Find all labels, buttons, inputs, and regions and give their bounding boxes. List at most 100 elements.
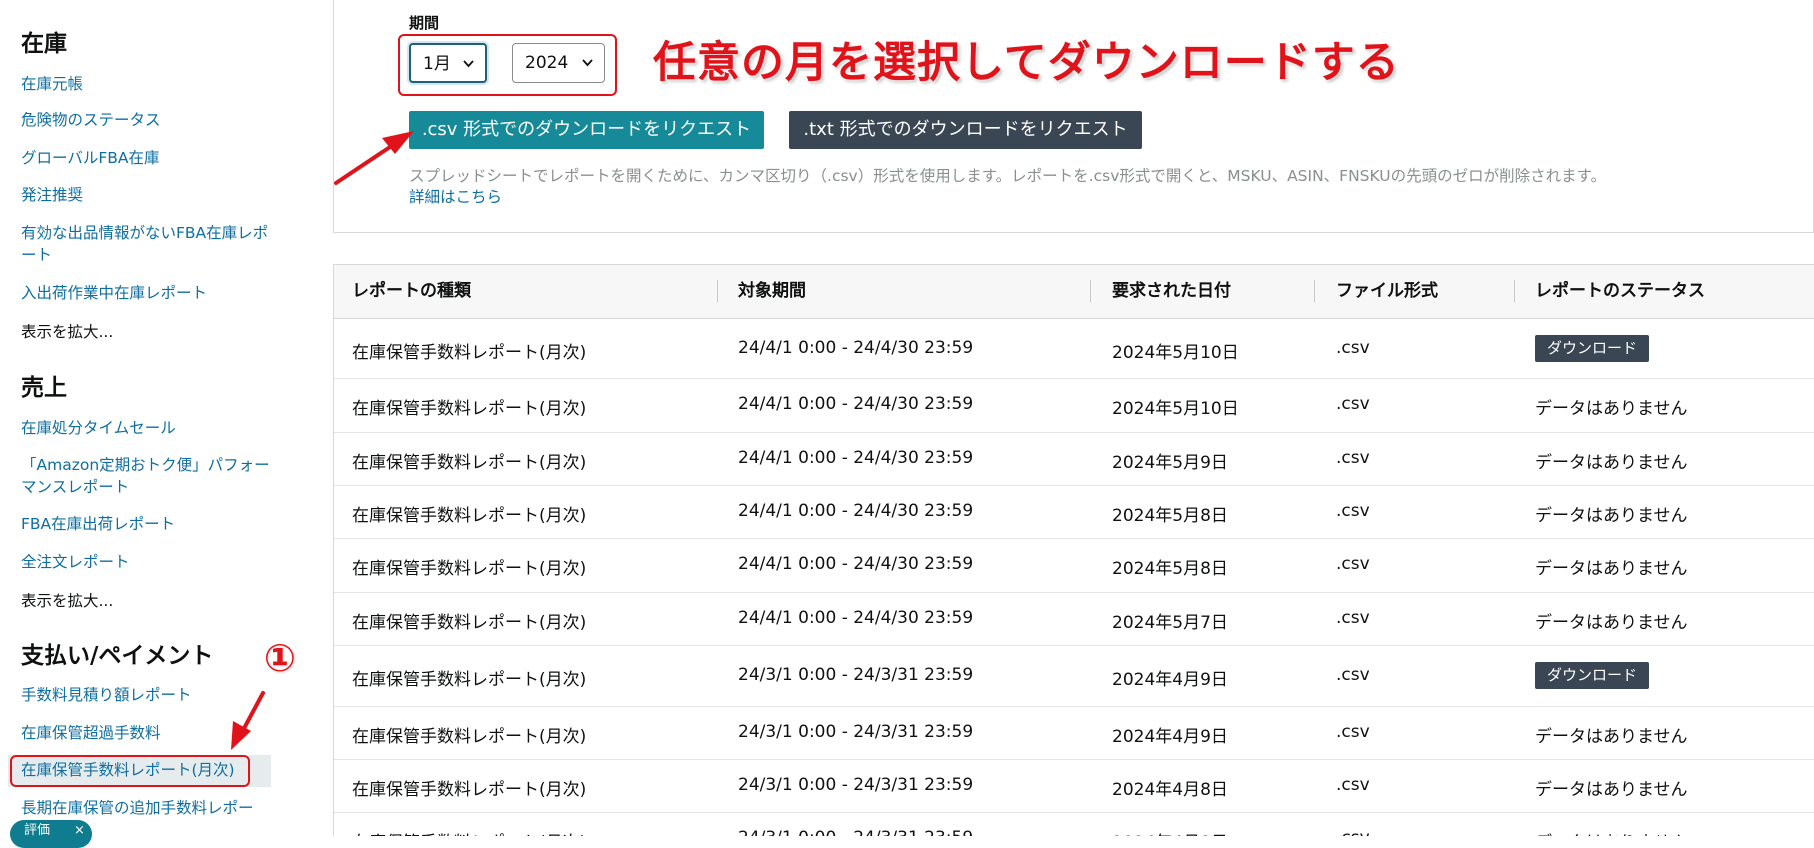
requested-date-cell: 2024年5月8日: [1112, 559, 1228, 579]
file-format-cell: .csv: [1336, 774, 1370, 795]
status-cell: データはありません: [1535, 828, 1688, 837]
file-format-cell: .csv: [1336, 554, 1370, 574]
requested-date-cell: 2024年5月9日: [1112, 452, 1228, 473]
year-select-value: 2024: [525, 53, 569, 73]
nav-expand-sales[interactable]: 表示を拡大...: [21, 589, 113, 611]
file-format-cell: .csv: [1336, 447, 1370, 468]
period-label: 期間: [409, 14, 440, 32]
nav-link-outlet-deals[interactable]: 在庫処分タイムセール: [21, 417, 271, 439]
report-type-cell: 在庫保管手数料レポート(月次): [352, 779, 587, 800]
annotation-text: 任意の月を選択してダウンロードする: [653, 38, 1400, 88]
table-row: 在庫保管手数料レポート(月次) 24/3/1 0:00 - 24/3/31 23:…: [334, 645, 1814, 707]
section-title-inventory: 在庫: [21, 31, 67, 57]
report-type-cell: 在庫保管手数料レポート(月次): [352, 342, 587, 363]
status-cell: データはありません: [1535, 726, 1688, 747]
nav-link-inventory-ledger[interactable]: 在庫元帳: [21, 73, 271, 95]
column-divider: [1090, 280, 1091, 302]
table-header: レポートの種類 対象期間 要求された日付 ファイル形式 レポートのステータス: [334, 265, 1814, 319]
period-cell: 24/4/1 0:00 - 24/4/30 23:59: [738, 554, 974, 574]
nav-link-long-term-storage-fee[interactable]: 長期在庫保管の追加手数料レポー: [21, 797, 271, 819]
file-format-cell: .csv: [1336, 721, 1370, 742]
month-select-value: 1月: [423, 54, 451, 74]
file-format-cell: .csv: [1336, 828, 1370, 837]
table-row: 在庫保管手数料レポート(月次) 24/4/1 0:00 - 24/4/30 23:…: [334, 485, 1814, 539]
requested-date-cell: 2024年5月7日: [1112, 612, 1228, 633]
table-row: 在庫保管手数料レポート(月次) 24/4/1 0:00 - 24/4/30 23:…: [334, 319, 1814, 379]
file-format-cell: .csv: [1336, 664, 1370, 685]
column-header-period: 対象期間: [738, 281, 806, 301]
csv-help-text: スプレッドシートでレポートを開くために、カンマ区切り（.csv）形式を使用します…: [409, 167, 1607, 185]
nav-link-all-orders-report[interactable]: 全注文レポート: [21, 551, 271, 573]
nav-link-stranded-inventory[interactable]: 有効な出品情報がないFBA在庫レポート: [21, 222, 271, 266]
nav-link-storage-overage-fee[interactable]: 在庫保管超過手数料: [21, 722, 271, 744]
reports-table: レポートの種類 対象期間 要求された日付 ファイル形式 レポートのステータス 在…: [333, 264, 1814, 836]
year-select[interactable]: 2024: [512, 43, 605, 83]
request-txt-download-button[interactable]: .txt 形式でのダウンロードをリクエスト: [789, 111, 1142, 149]
nav-link-restock-recommendation[interactable]: 発注推奨: [21, 184, 271, 206]
feedback-button[interactable]: 評価 ×: [10, 820, 92, 848]
download-button[interactable]: ダウンロード: [1535, 661, 1650, 689]
requested-date-cell: 2024年4月9日: [1112, 669, 1228, 690]
report-type-cell: 在庫保管手数料レポート(月次): [352, 452, 587, 473]
file-format-cell: .csv: [1336, 394, 1370, 414]
table-row: 在庫保管手数料レポート(月次) 24/4/1 0:00 - 24/4/30 23:…: [334, 432, 1814, 486]
download-button[interactable]: ダウンロード: [1535, 334, 1650, 362]
column-header-requested-date: 要求された日付: [1112, 281, 1231, 301]
close-icon[interactable]: ×: [74, 820, 85, 842]
status-cell: データはありません: [1535, 399, 1688, 419]
learn-more-link[interactable]: 詳細はこちら: [409, 185, 502, 207]
report-type-cell: 在庫保管手数料レポート(月次): [352, 612, 587, 633]
requested-date-cell: 2024年5月10日: [1112, 399, 1239, 419]
nav-expand-inventory[interactable]: 表示を拡大...: [21, 320, 113, 342]
requested-date-cell: 2024年5月10日: [1112, 342, 1239, 363]
table-row: 在庫保管手数料レポート(月次) 24/3/1 0:00 - 24/3/31 23:…: [334, 706, 1814, 760]
period-cell: 24/3/1 0:00 - 24/3/31 23:59: [738, 664, 974, 685]
nav-link-fba-shipment-report[interactable]: FBA在庫出荷レポート: [21, 513, 271, 535]
report-type-cell: 在庫保管手数料レポート(月次): [352, 828, 586, 837]
chevron-down-icon: [462, 45, 475, 99]
sidebar-nav: 在庫 在庫元帳 危険物のステータス グローバルFBA在庫 発注推奨 有効な出品情…: [0, 0, 300, 848]
column-divider: [717, 280, 718, 302]
column-divider: [1514, 280, 1515, 302]
file-format-cell: .csv: [1336, 337, 1370, 358]
chevron-down-icon: [581, 44, 594, 98]
requested-date-cell: 2024年4月8日: [1112, 828, 1228, 837]
table-row: 在庫保管手数料レポート(月次) 24/4/1 0:00 - 24/4/30 23:…: [334, 378, 1814, 433]
column-divider: [1314, 280, 1315, 302]
section-title-payments: 支払い/ペイメント: [21, 643, 214, 669]
file-format-cell: .csv: [1336, 607, 1370, 628]
period-cell: 24/4/1 0:00 - 24/4/30 23:59: [738, 394, 974, 414]
status-cell: データはありません: [1535, 612, 1688, 633]
period-cell: 24/4/1 0:00 - 24/4/30 23:59: [738, 607, 974, 628]
nav-link-hazmat-status[interactable]: 危険物のステータス: [21, 109, 271, 131]
requested-date-cell: 2024年4月8日: [1112, 779, 1228, 800]
file-format-cell: .csv: [1336, 500, 1370, 521]
requested-date-cell: 2024年4月9日: [1112, 726, 1228, 747]
table-row: 在庫保管手数料レポート(月次) 24/4/1 0:00 - 24/4/30 23:…: [334, 538, 1814, 593]
period-cell: 24/3/1 0:00 - 24/3/31 23:59: [738, 774, 974, 795]
report-type-cell: 在庫保管手数料レポート(月次): [352, 505, 587, 526]
status-cell: データはありません: [1535, 452, 1688, 473]
table-row: 在庫保管手数料レポート(月次) 24/3/1 0:00 - 24/3/31 23:…: [334, 812, 1814, 837]
report-type-cell: 在庫保管手数料レポート(月次): [352, 669, 587, 690]
status-cell: データはありません: [1535, 505, 1688, 526]
annotation-highlight-box: [10, 755, 250, 787]
nav-link-global-fba-inventory[interactable]: グローバルFBA在庫: [21, 147, 271, 169]
nav-link-fee-preview[interactable]: 手数料見積り額レポート: [21, 684, 271, 706]
table-row: 在庫保管手数料レポート(月次) 24/3/1 0:00 - 24/3/31 23:…: [334, 759, 1814, 813]
nav-link-subscribe-save-performance[interactable]: 「Amazon定期おトク便」パフォーマンスレポート: [21, 454, 271, 498]
report-type-cell: 在庫保管手数料レポート(月次): [352, 399, 587, 419]
report-type-cell: 在庫保管手数料レポート(月次): [352, 726, 587, 747]
period-cell: 24/4/1 0:00 - 24/4/30 23:59: [738, 500, 974, 521]
column-header-report-type: レポートの種類: [352, 281, 471, 301]
period-cell: 24/3/1 0:00 - 24/3/31 23:59: [738, 721, 974, 742]
period-cell: 24/4/1 0:00 - 24/4/30 23:59: [738, 447, 974, 468]
request-csv-download-button[interactable]: .csv 形式でのダウンロードをリクエスト: [409, 111, 764, 149]
status-cell: データはありません: [1535, 559, 1688, 579]
requested-date-cell: 2024年5月8日: [1112, 505, 1228, 526]
period-cell: 24/3/1 0:00 - 24/3/31 23:59: [738, 828, 973, 837]
nav-link-inbound-inventory[interactable]: 入出荷作業中在庫レポート: [21, 282, 271, 304]
column-header-report-status: レポートのステータス: [1535, 281, 1705, 301]
column-header-file-format: ファイル形式: [1336, 281, 1438, 301]
month-select[interactable]: 1月: [409, 43, 487, 83]
